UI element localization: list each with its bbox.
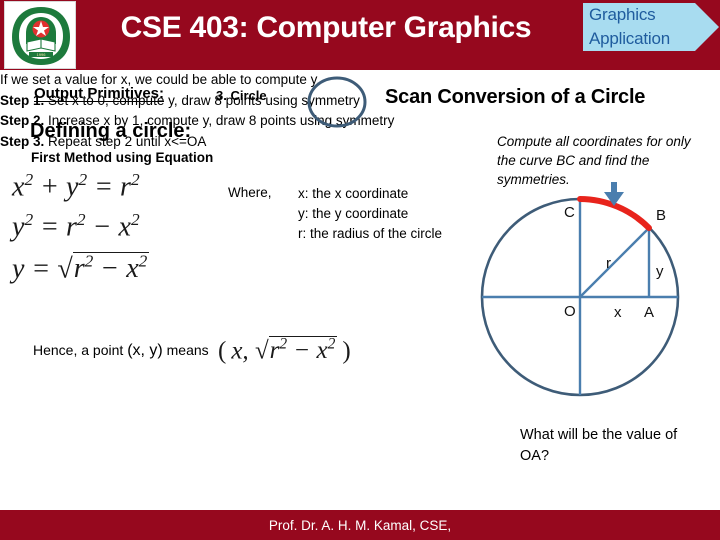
hence-line: Hence, a point (x, y) means (33, 342, 209, 360)
diagram-label-b: B (656, 207, 666, 224)
right-section-title: Scan Conversion of a Circle (385, 86, 646, 108)
method-heading: First Method using Equation (31, 150, 214, 165)
slide-header: 1996 CSE 403: Computer Graphics Graphics… (0, 0, 720, 70)
section-label: Output Primitives: (34, 85, 165, 102)
where-label: Where, (228, 185, 272, 200)
diagram-label-a: A (644, 304, 654, 321)
diagram-label-o: O (564, 303, 576, 320)
equation-2: y2 = r2 − x2 (12, 210, 140, 243)
circle-diagram: C B r y O x A (480, 182, 680, 397)
where-item-r: r: the radius of the circle (298, 226, 443, 241)
compute-note: Compute all coordinates for only the cur… (497, 134, 691, 187)
hence-means: means (166, 342, 209, 358)
university-logo: 1996 (4, 1, 76, 69)
equation-1: x2 + y2 = r2 (12, 170, 140, 203)
banner-line-2: Application (589, 29, 670, 48)
diagram-label-c: C (564, 204, 575, 221)
where-item-x: x: the x coordinate (298, 186, 409, 201)
banner-label: Graphics Application (589, 3, 693, 53)
diagram-label-y: y (656, 263, 664, 280)
footer-label: Prof. Dr. A. H. M. Kamal, CSE, (268, 517, 452, 533)
hence-prefix: Hence, a point (33, 342, 124, 358)
defining-heading: Defining a circle: (30, 120, 192, 142)
topic-index: 3. Circle (216, 88, 267, 103)
diagram-radius-line (579, 227, 650, 298)
hence-point: (x, y) (127, 342, 163, 359)
where-item-y: y: the y coordinate (298, 206, 409, 221)
where-definitions: x: the x coordinate y: the y coordinate … (298, 184, 498, 244)
diagram-label-x: x (614, 304, 622, 321)
equation-3: y = √r2 − x2 (12, 252, 150, 285)
diagram-label-r: r (606, 255, 611, 272)
page-title: CSE 403: Computer Graphics (120, 11, 532, 44)
question-text: What will be the value of OA? (520, 427, 678, 464)
circle-outline-icon (307, 76, 367, 128)
slide-body: Output Primitives: 3. Circle Scan Conver… (0, 70, 720, 510)
slide-footer: Prof. Dr. A. H. M. Kamal, CSE, (0, 510, 720, 540)
hence-expression: ( x, √r2 − x2 ) (218, 336, 351, 365)
svg-text:1996: 1996 (37, 52, 47, 57)
banner-line-1: Graphics (589, 5, 656, 24)
university-emblem-icon: 1996 (8, 4, 74, 68)
